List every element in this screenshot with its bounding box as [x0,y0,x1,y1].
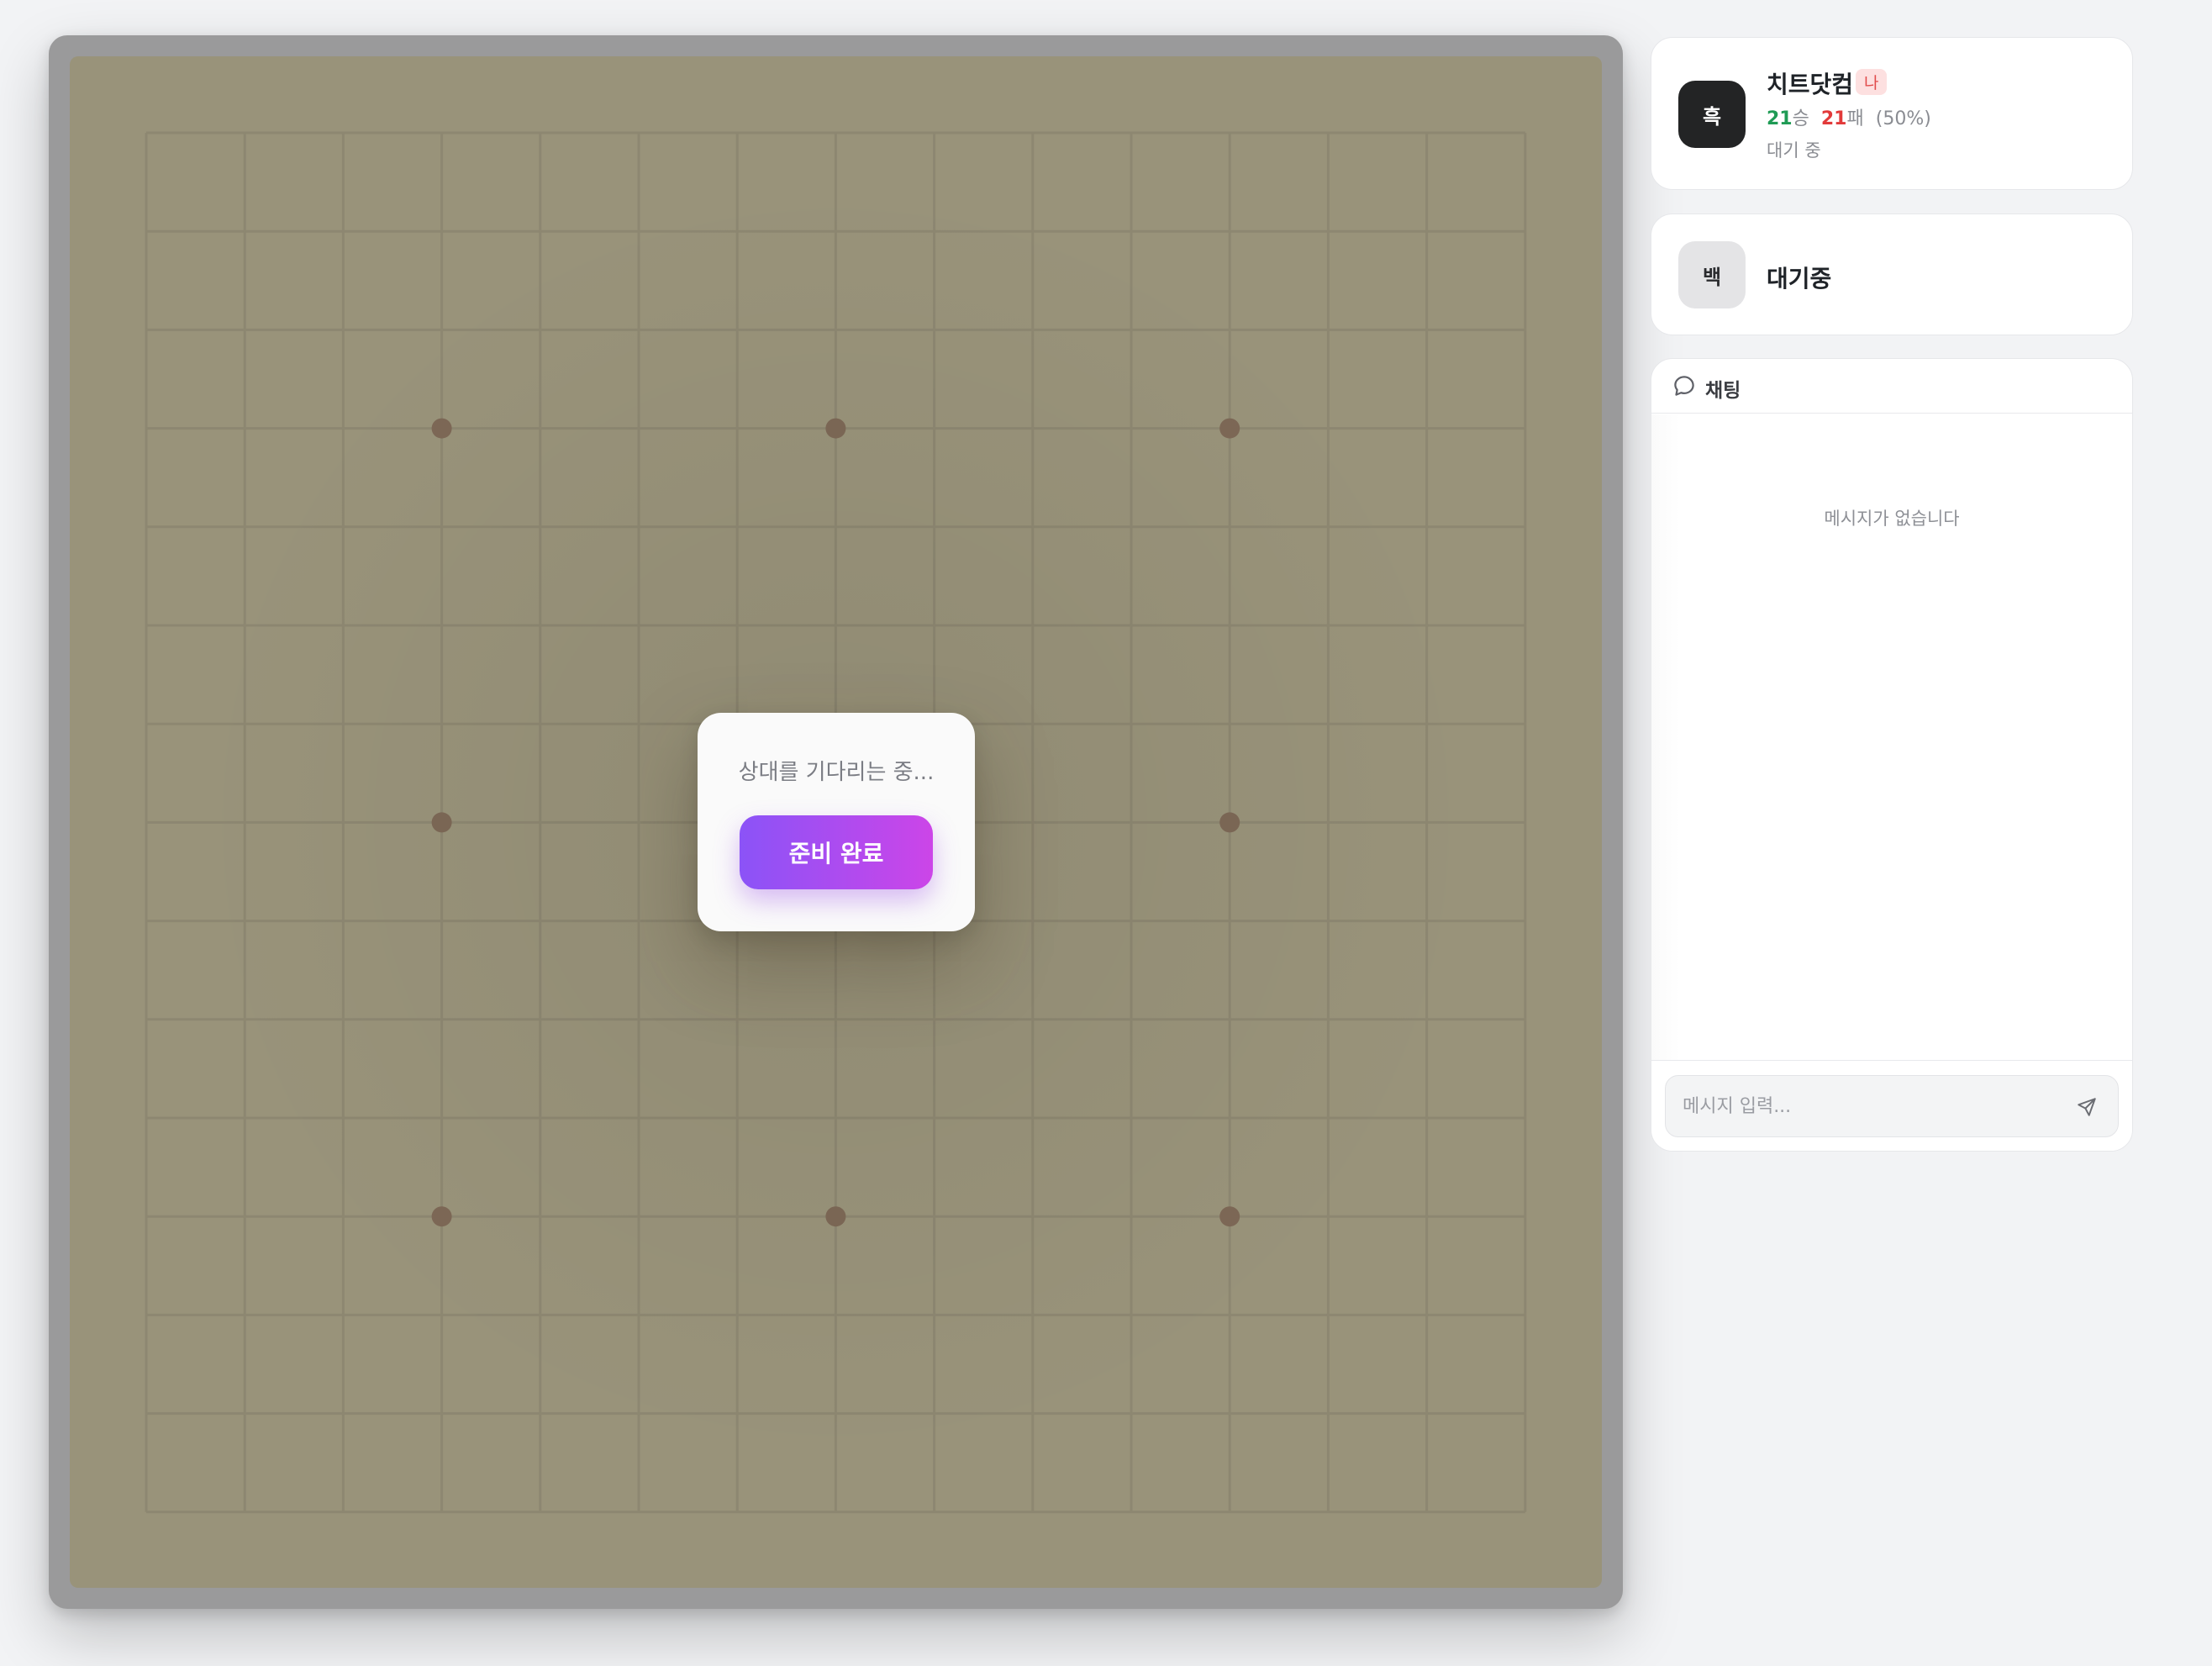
player-card-white: 백 대기중 [1651,214,2133,335]
chat-input[interactable] [1683,1076,2052,1136]
wins-unit: 승 [1792,108,1809,129]
chat-header: 채팅 [1651,359,2132,414]
send-icon [2078,1098,2096,1116]
avatar-black: 흑 [1678,81,1746,148]
me-badge: 나 [1856,69,1888,95]
ready-modal: 상대를 기다리는 중... 준비 완료 [698,713,975,931]
chat-input-container [1665,1075,2119,1137]
win-rate: (50%) [1875,108,1931,129]
opponent-name: 대기중 [1767,265,1832,293]
chat-panel: 채팅 메시지가 없습니다 [1651,358,2133,1152]
chat-messages[interactable]: 메시지가 없습니다 [1651,414,2132,1082]
player-name: 치트닷컴 [1767,71,1854,98]
chat-empty-text: 메시지가 없습니다 [1824,509,1960,529]
losses-count: 21 [1820,108,1847,129]
wins-count: 21 [1767,108,1793,129]
player-record: 21승 21패 (50%) [1767,103,1931,130]
avatar-white: 백 [1678,241,1746,308]
chat-title: 채팅 [1705,380,1741,402]
losses-unit: 패 [1846,108,1864,129]
player-card-black: 흑 치트닷컴 21승 21패 (50%) 대기 중 [1651,37,2133,190]
waiting-text: 상대를 기다리는 중... [738,760,935,785]
chat-footer [1651,1060,2132,1151]
player-status: 대기 중 [1767,140,1821,161]
ready-button[interactable]: 준비 완료 [740,815,933,889]
chat-bubble-icon [1674,376,1694,396]
send-button[interactable] [2071,1091,2103,1123]
